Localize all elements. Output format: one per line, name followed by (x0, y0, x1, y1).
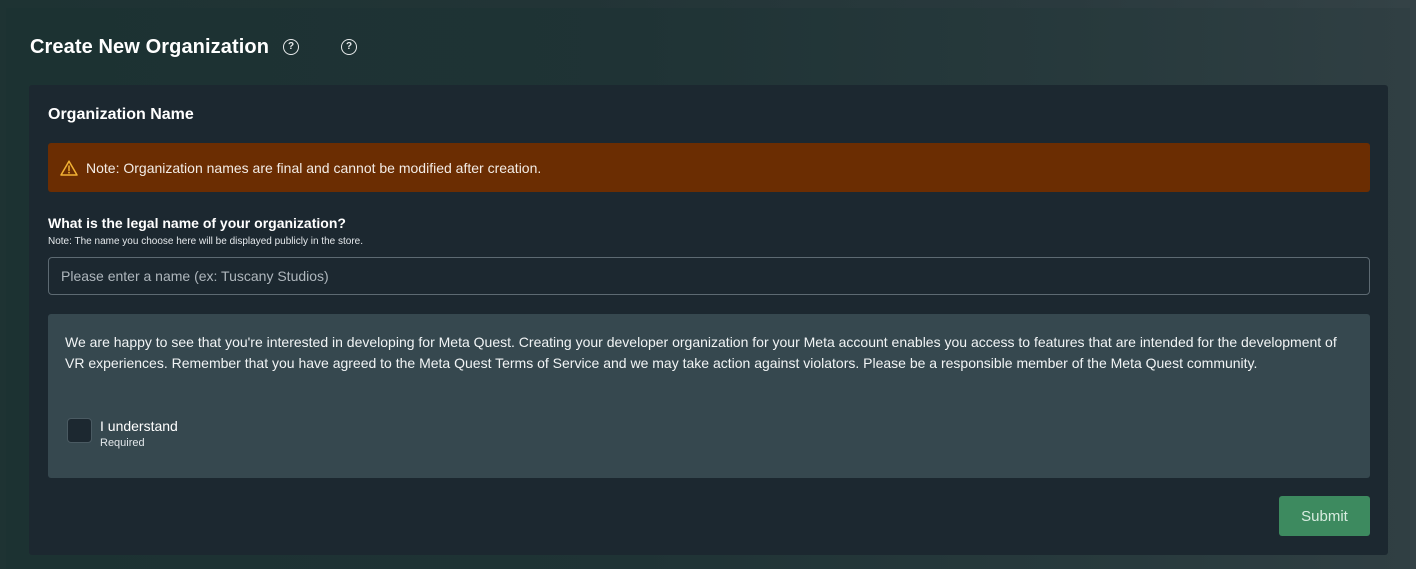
terms-panel: We are happy to see that you're interest… (48, 314, 1370, 478)
page-title: Create New Organization (30, 35, 270, 58)
section-title: Organization Name (48, 106, 194, 123)
terms-text: We are happy to see that you're interest… (65, 334, 1337, 371)
page: Create New Organization ? ? Organization… (6, 8, 1410, 569)
org-name-note: Note: The name you choose here will be d… (48, 236, 363, 247)
help-circle-icon[interactable]: ? (341, 39, 358, 55)
header: Create New Organization ? ? (30, 35, 358, 59)
warning-banner: Note: Organization names are final and c… (48, 143, 1370, 192)
understand-checkbox[interactable] (67, 418, 92, 443)
warning-triangle-icon (60, 159, 78, 176)
help-circle-icon[interactable]: ? (283, 39, 300, 55)
organization-form-card: Organization Name Note: Organization nam… (29, 85, 1388, 555)
org-name-question: What is the legal name of your organizat… (48, 215, 346, 231)
understand-label[interactable]: I understand (100, 418, 178, 435)
checkbox-labels: I understand Required (100, 418, 178, 451)
organization-name-input[interactable] (48, 257, 1370, 295)
submit-button[interactable]: Submit (1279, 496, 1370, 536)
warning-text: Note: Organization names are final and c… (86, 159, 542, 176)
required-hint: Required (100, 437, 145, 449)
understand-checkbox-row[interactable]: I understand Required (67, 418, 178, 451)
